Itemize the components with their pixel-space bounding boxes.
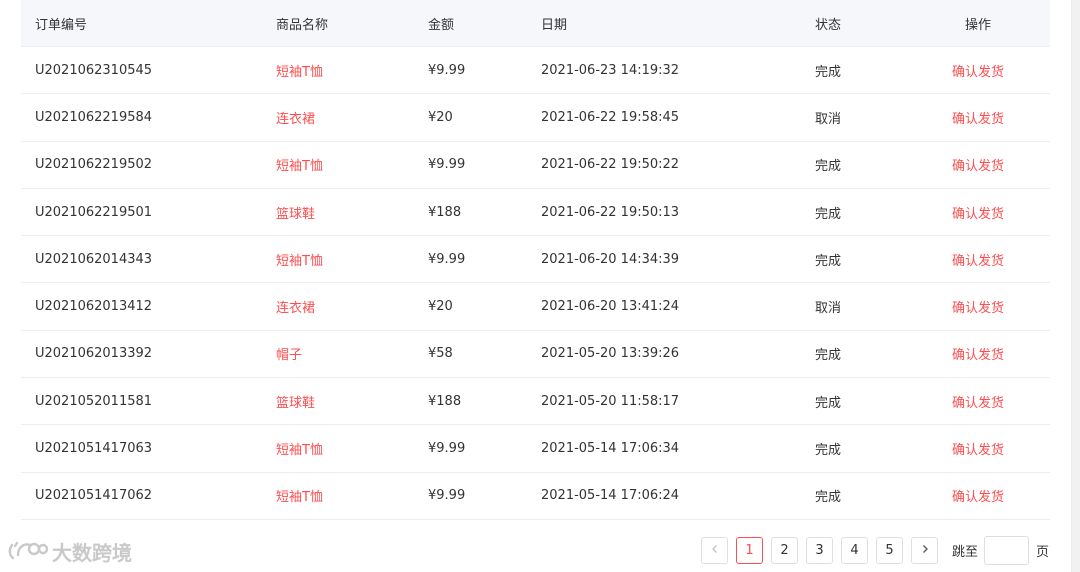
amount-cell: ¥58 [428, 346, 453, 362]
jump-page-input[interactable] [984, 536, 1030, 565]
status-cell: 完成 [814, 395, 841, 411]
header-order-no: 订单编号 [35, 17, 88, 33]
date-cell: 2021-05-14 17:06:24 [541, 488, 680, 504]
amount-cell: ¥9.99 [428, 157, 466, 173]
date-cell: 2021-06-20 13:41:24 [541, 299, 680, 315]
date-cell: 2021-06-22 19:58:45 [541, 109, 680, 125]
amount-cell: ¥9.99 [428, 488, 466, 504]
table-row: U2021052011581 篮球鞋 ¥188 2021-05-20 11:58:17… [21, 378, 1050, 426]
confirm-ship-button[interactable]: 确认发货 [939, 283, 1017, 329]
order-no-cell: U2021051417062 [35, 488, 153, 504]
status-cell: 完成 [814, 443, 841, 459]
page-button-1[interactable]: 1 [736, 537, 763, 564]
header-date: 日期 [541, 17, 568, 33]
status-cell: 完成 [814, 64, 841, 80]
date-cell: 2021-05-20 11:58:17 [541, 393, 680, 409]
amount-cell: ¥188 [428, 393, 462, 409]
status-cell: 完成 [814, 490, 841, 506]
product-name-link[interactable]: 连衣裙 [276, 94, 315, 140]
confirm-ship-button[interactable]: 确认发货 [939, 331, 1017, 377]
amount-cell: ¥9.99 [428, 251, 466, 267]
page-scrollbar[interactable] [1071, 0, 1080, 572]
order-no-cell: U2021062013412 [35, 299, 153, 315]
chevron-right-icon [920, 543, 930, 558]
date-cell: 2021-05-14 17:06:34 [541, 441, 680, 457]
page-button-2[interactable]: 2 [771, 537, 798, 564]
orders-table: 订单编号 商品名称 金额 日期 状态 操作 U2021062310545 短袖T恤… [21, 0, 1050, 520]
table-row: U2021062013392 帽子 ¥58 2021-05-20 13:39:26 完成… [21, 331, 1050, 379]
confirm-ship-button[interactable]: 确认发货 [939, 473, 1017, 519]
table-header-row: 订单编号 商品名称 金额 日期 状态 操作 [21, 0, 1050, 47]
product-name-link[interactable]: 篮球鞋 [276, 189, 315, 235]
table-row: U2021062219501 篮球鞋 ¥188 2021-06-22 19:50:13… [21, 189, 1050, 237]
amount-cell: ¥20 [428, 109, 453, 125]
amount-cell: ¥9.99 [428, 62, 466, 78]
confirm-ship-button[interactable]: 确认发货 [939, 189, 1017, 235]
amount-cell: ¥188 [428, 204, 462, 220]
table-row: U2021051417063 短袖T恤 ¥9.99 2021-05-14 17:06:… [21, 425, 1050, 473]
order-no-cell: U2021051417063 [35, 441, 153, 457]
date-cell: 2021-06-23 14:19:32 [541, 62, 680, 78]
order-no-cell: U2021062219502 [35, 157, 153, 173]
order-no-cell: U2021062310545 [35, 62, 153, 78]
table-row: U2021062219584 连衣裙 ¥20 2021-06-22 19:58:45 取… [21, 94, 1050, 142]
status-cell: 取消 [814, 301, 841, 317]
status-cell: 完成 [814, 348, 841, 364]
status-cell: 完成 [814, 159, 841, 175]
confirm-ship-button[interactable]: 确认发货 [939, 142, 1017, 188]
page-button-5[interactable]: 5 [876, 537, 903, 564]
watermark-text: 大数跨境 [52, 540, 132, 565]
date-cell: 2021-06-22 19:50:22 [541, 157, 680, 173]
page-button-3[interactable]: 3 [806, 537, 833, 564]
order-no-cell: U2021062014343 [35, 251, 153, 267]
product-name-link[interactable]: 短袖T恤 [276, 142, 323, 188]
date-cell: 2021-06-20 14:34:39 [541, 251, 680, 267]
watermark: 大数跨境 [8, 536, 132, 566]
header-action: 操作 [964, 17, 991, 33]
date-cell: 2021-06-22 19:50:13 [541, 204, 680, 220]
table-row: U2021062310545 短袖T恤 ¥9.99 2021-06-23 14:19:… [21, 47, 1050, 95]
table-row: U2021051417062 短袖T恤 ¥9.99 2021-05-14 17:06:… [21, 473, 1050, 520]
table-row: U2021062014343 短袖T恤 ¥9.99 2021-06-20 14:34:… [21, 236, 1050, 284]
order-no-cell: U2021052011581 [35, 393, 153, 409]
header-product: 商品名称 [276, 17, 329, 33]
pagination: 12345 跳至 页 [701, 536, 1055, 565]
order-no-cell: U2021062219501 [35, 204, 153, 220]
page-number-list: 12345 [736, 537, 911, 564]
status-cell: 完成 [814, 206, 841, 222]
status-cell: 完成 [814, 253, 841, 269]
header-amount: 金额 [428, 17, 455, 33]
jump-label: 跳至 [952, 545, 979, 560]
table-row: U2021062219502 短袖T恤 ¥9.99 2021-06-22 19:50:… [21, 142, 1050, 189]
confirm-ship-button[interactable]: 确认发货 [939, 94, 1017, 140]
confirm-ship-button[interactable]: 确认发货 [939, 47, 1017, 93]
product-name-link[interactable]: 短袖T恤 [276, 236, 323, 282]
product-name-link[interactable]: 帽子 [276, 331, 302, 377]
product-name-link[interactable]: 连衣裙 [276, 283, 315, 329]
amount-cell: ¥9.99 [428, 441, 466, 457]
product-name-link[interactable]: 短袖T恤 [276, 47, 323, 93]
next-page-button[interactable] [911, 537, 938, 564]
status-cell: 取消 [814, 111, 841, 127]
brand-logo-icon [8, 539, 48, 563]
table-body: U2021062310545 短袖T恤 ¥9.99 2021-06-23 14:19:… [21, 47, 1050, 520]
page-unit-label: 页 [1036, 545, 1050, 560]
confirm-ship-button[interactable]: 确认发货 [939, 236, 1017, 282]
order-no-cell: U2021062219584 [35, 109, 153, 125]
product-name-link[interactable]: 短袖T恤 [276, 425, 323, 471]
prev-page-button[interactable] [701, 537, 728, 564]
table-row: U2021062013412 连衣裙 ¥20 2021-06-20 13:41:24 取… [21, 283, 1050, 331]
page-button-4[interactable]: 4 [841, 537, 868, 564]
confirm-ship-button[interactable]: 确认发货 [939, 378, 1017, 424]
amount-cell: ¥20 [428, 299, 453, 315]
header-status: 状态 [814, 17, 841, 33]
confirm-ship-button[interactable]: 确认发货 [939, 425, 1017, 471]
chevron-left-icon [710, 543, 720, 558]
product-name-link[interactable]: 篮球鞋 [276, 378, 315, 424]
date-cell: 2021-05-20 13:39:26 [541, 346, 680, 362]
product-name-link[interactable]: 短袖T恤 [276, 473, 323, 519]
order-no-cell: U2021062013392 [35, 346, 153, 362]
